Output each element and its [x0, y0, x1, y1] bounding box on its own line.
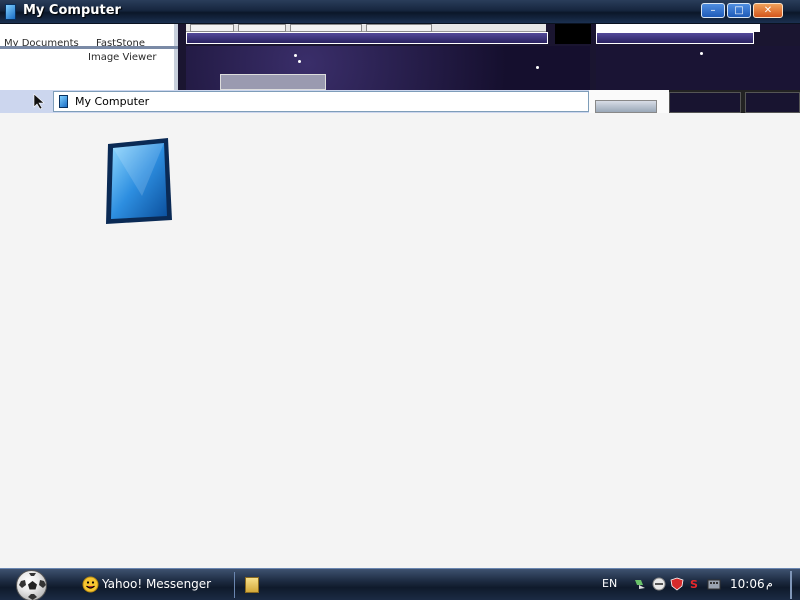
background-windows: My Documents FastStone Image Viewer [0, 24, 800, 90]
maximize-button[interactable]: □ [727, 3, 751, 18]
clock-suffix: م [766, 577, 773, 590]
taskbar-item-label: Yahoo! Messenger [102, 577, 212, 591]
language-indicator[interactable]: EN [602, 577, 617, 590]
background-white-area [596, 24, 760, 32]
network-icon[interactable] [633, 577, 647, 591]
taskbar-separator [234, 572, 235, 598]
background-device [220, 74, 326, 90]
security-shield-icon[interactable] [670, 577, 684, 591]
address-field[interactable]: My Computer [53, 91, 589, 112]
background-black-area [555, 24, 591, 44]
my-computer-icon [59, 95, 68, 108]
close-button[interactable]: ✕ [753, 3, 783, 18]
background-right-area [589, 90, 800, 113]
background-tabs [186, 24, 546, 32]
clock[interactable]: 10:06 [730, 577, 765, 591]
svg-text:S: S [690, 578, 698, 591]
keyboard-icon[interactable] [707, 577, 721, 591]
taskbar: Yahoo! Messenger EN S 10:06 م [0, 568, 800, 600]
minimize-button[interactable]: – [701, 3, 725, 18]
pane-divider [0, 46, 178, 49]
background-space-image-2 [596, 46, 800, 90]
soccer-ball-icon [19, 573, 46, 600]
background-banner-2 [596, 32, 754, 44]
address-text: My Computer [75, 95, 150, 108]
yahoo-smiley-icon [82, 576, 99, 593]
title-bar[interactable]: My Computer – □ ✕ [0, 0, 800, 24]
cursor-arrow-icon [33, 93, 45, 110]
folder-icon[interactable] [245, 577, 259, 593]
start-button[interactable] [16, 570, 47, 600]
my-computer-icon [5, 4, 16, 20]
taskbar-item-yahoo-messenger[interactable]: Yahoo! Messenger [78, 573, 228, 597]
desktop-pane: My Documents FastStone Image Viewer [0, 24, 178, 90]
show-desktop-button[interactable] [790, 571, 792, 599]
desktop-label-image-viewer[interactable]: Image Viewer [88, 52, 157, 63]
messenger-tray-icon[interactable] [652, 577, 666, 591]
monitor-icon[interactable] [102, 136, 174, 226]
window-title: My Computer [23, 3, 121, 18]
background-banner [186, 32, 548, 44]
antivirus-icon[interactable]: S [688, 577, 702, 591]
